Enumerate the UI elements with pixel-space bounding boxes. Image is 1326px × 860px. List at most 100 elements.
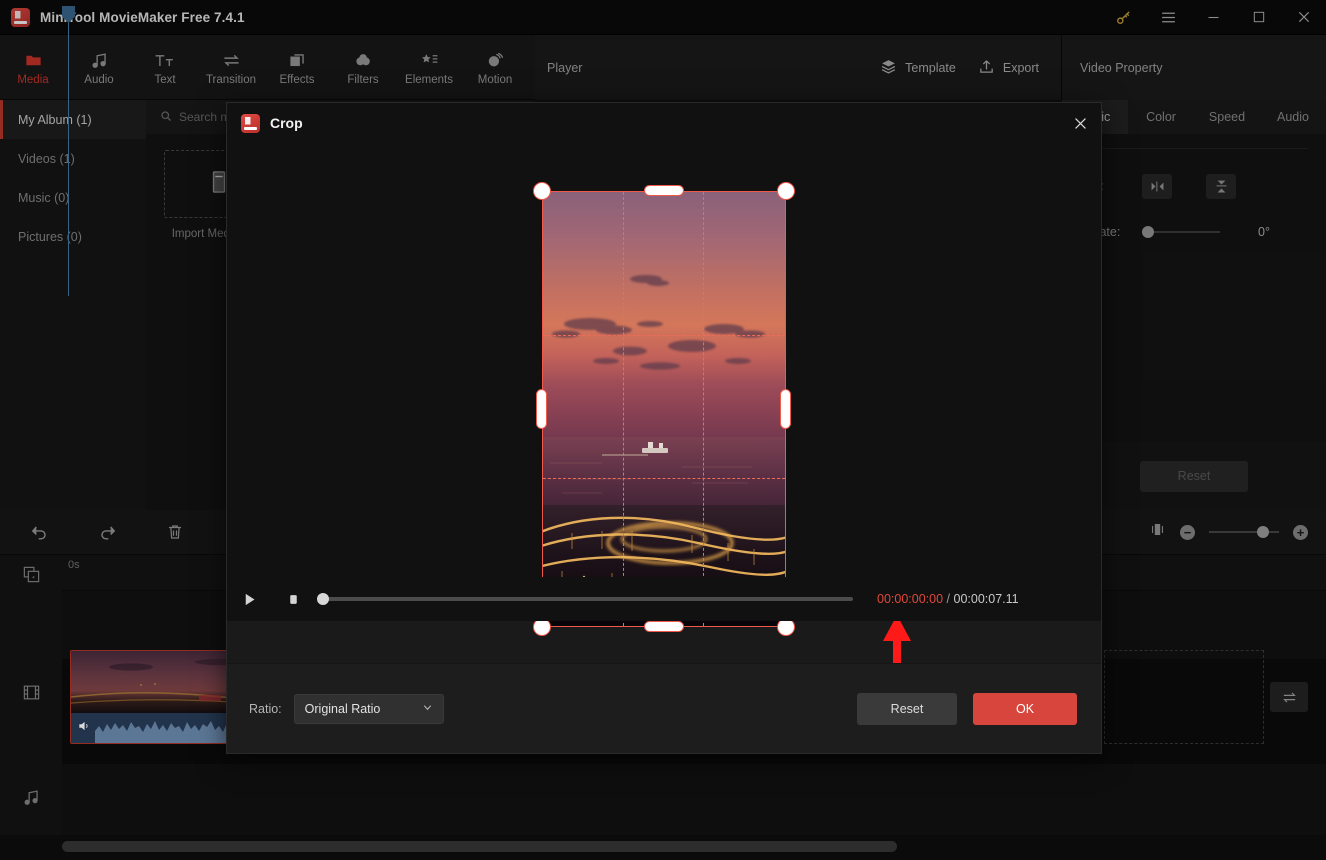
flip-vertical-icon[interactable] [1206, 173, 1236, 199]
tab-motion[interactable]: Motion [462, 35, 528, 100]
main-toolbar: Media Audio Text Transition Effects Filt… [0, 35, 535, 100]
play-icon[interactable] [227, 592, 271, 607]
album-label: Videos (1) [18, 151, 75, 166]
tab-label: Motion [477, 73, 513, 86]
speaker-icon[interactable] [77, 719, 91, 738]
app-logo-icon [11, 7, 30, 27]
app-window: MiniTool MovieMaker Free 7.4.1 Media Aud… [0, 0, 1326, 860]
tab-speed[interactable]: Speed [1194, 100, 1260, 134]
album-label: My Album (1) [18, 112, 92, 127]
album-label: Music (0) [18, 190, 70, 205]
player-header: Player Template Export [535, 35, 1062, 100]
swap-arrows-icon[interactable] [1270, 682, 1308, 712]
chevron-down-icon [422, 702, 433, 716]
sidebar-item-pictures[interactable]: Pictures (0) [0, 217, 146, 256]
menu-icon[interactable] [1146, 0, 1191, 35]
transition-arrows-icon [221, 50, 242, 71]
split-view-icon[interactable] [1149, 521, 1166, 543]
timeline-empty-slot [1104, 650, 1264, 744]
tab-filters[interactable]: Filters [330, 35, 396, 100]
reset-button[interactable]: Reset [857, 692, 957, 725]
filters-cloud-icon [353, 50, 374, 71]
tab-audio[interactable]: Audio [1260, 100, 1326, 134]
window-controls [1101, 0, 1326, 35]
close-icon[interactable] [1059, 103, 1101, 143]
top-left-handle[interactable] [533, 182, 551, 200]
ratio-select[interactable]: Original Ratio [293, 693, 444, 724]
add-media-icon[interactable] [0, 557, 62, 591]
star-list-icon [419, 50, 440, 71]
template-button[interactable]: Template [880, 58, 956, 78]
album-list: My Album (1) Videos (1) Music (0) Pictur… [0, 100, 146, 510]
video-property-header: Video Property [1062, 35, 1326, 100]
crop-preview-area: 00:00:00:00 / 00:00:07.11 [227, 143, 1101, 747]
bottom-center-handle[interactable] [644, 621, 684, 632]
playhead[interactable] [62, 6, 75, 296]
middle-right-handle[interactable] [780, 389, 791, 429]
crop-dialog-header: Crop [227, 103, 1101, 143]
maximize-icon[interactable] [1236, 0, 1281, 35]
rotate-slider-knob[interactable] [1142, 226, 1154, 238]
minimize-icon[interactable] [1191, 0, 1236, 35]
text-icon [154, 50, 176, 71]
video-property-title: Video Property [1080, 60, 1163, 75]
export-upload-icon [978, 58, 995, 78]
flip-horizontal-icon[interactable] [1142, 173, 1172, 199]
key-icon[interactable] [1101, 0, 1146, 35]
zoom-in-button[interactable]: + [1293, 524, 1308, 540]
tab-label: Audio [84, 73, 114, 86]
music-note-icon [0, 780, 62, 814]
crop-dialog: Crop 00:00:00:00 / 00:00:07.11 Ratio: Or… [226, 102, 1102, 754]
zoom-slider[interactable] [1209, 526, 1279, 538]
tab-effects[interactable]: Effects [264, 35, 330, 100]
footer-buttons: Reset OK [857, 692, 1077, 725]
sidebar-item-my-album[interactable]: My Album (1) [0, 100, 146, 139]
motion-circles-icon [485, 50, 506, 71]
timeline-zoom-controls: − + [1149, 521, 1308, 543]
timeline-horizontal-scrollbar[interactable] [62, 841, 897, 852]
top-center-handle[interactable] [644, 185, 684, 196]
ruler-start-label: 0s [68, 559, 80, 571]
ok-button[interactable]: OK [973, 692, 1077, 725]
export-button[interactable]: Export [978, 58, 1039, 78]
property-reset-button[interactable]: Reset [1140, 460, 1248, 492]
tab-text[interactable]: Text [132, 35, 198, 100]
preview-play-bar: 00:00:00:00 / 00:00:07.11 [227, 577, 1101, 621]
middle-left-handle[interactable] [536, 389, 547, 429]
film-strip-icon [0, 675, 62, 709]
tab-label: Effects [279, 73, 315, 86]
crop-dialog-title: Crop [270, 115, 303, 131]
tab-color[interactable]: Color [1128, 100, 1194, 134]
total-time: 00:00:07.11 [953, 592, 1019, 606]
redo-icon[interactable] [84, 510, 130, 555]
tab-elements[interactable]: Elements [396, 35, 462, 100]
delete-icon[interactable] [152, 510, 198, 555]
title-bar: MiniTool MovieMaker Free 7.4.1 [0, 0, 1326, 35]
stop-icon[interactable] [271, 593, 315, 606]
crop-dialog-footer: Ratio: Original Ratio Reset OK [227, 663, 1101, 753]
rotate-slider[interactable] [1142, 226, 1220, 238]
app-logo-icon [241, 113, 260, 133]
rotate-value: 0° [1258, 225, 1270, 239]
close-icon[interactable] [1281, 0, 1326, 35]
player-header-actions: Template Export [880, 58, 1039, 78]
top-right-handle[interactable] [777, 182, 795, 200]
sidebar-item-music[interactable]: Music (0) [0, 178, 146, 217]
tab-label: Speed [1208, 110, 1246, 124]
player-label: Player [547, 60, 583, 75]
folder-icon [24, 50, 43, 71]
time-separator: / [946, 592, 951, 606]
sidebar-item-videos[interactable]: Videos (1) [0, 139, 146, 178]
search-icon [160, 110, 172, 125]
zoom-slider-knob[interactable] [1257, 526, 1269, 538]
preview-progress-slider[interactable] [317, 593, 853, 605]
undo-icon[interactable] [16, 510, 62, 555]
zoom-out-button[interactable]: − [1180, 524, 1195, 540]
tab-label: Text [154, 73, 176, 86]
tab-transition[interactable]: Transition [198, 35, 264, 100]
music-note-icon [90, 50, 109, 71]
preview-progress-knob[interactable] [317, 593, 329, 605]
tab-audio[interactable]: Audio [66, 35, 132, 100]
tab-media[interactable]: Media [0, 35, 66, 100]
track-audio[interactable] [62, 764, 1326, 835]
